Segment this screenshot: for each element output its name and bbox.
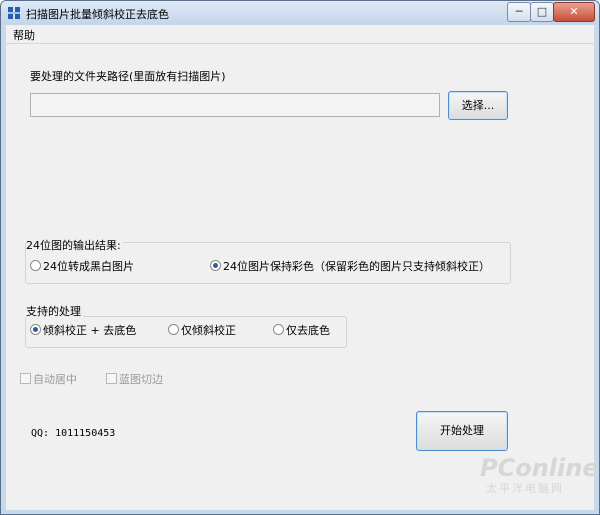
blueprint-trim-label: 蓝图切边: [119, 373, 163, 386]
app-window: 扫描图片批量倾斜校正去底色 ─ □ ✕ 帮助 要处理的文件夹路径(里面放有扫描图…: [0, 0, 600, 515]
select-folder-button[interactable]: 选择...: [448, 91, 508, 120]
window-title: 扫描图片批量倾斜校正去底色: [26, 8, 169, 21]
start-processing-button[interactable]: 开始处理: [416, 411, 508, 451]
radio-skew-only-label: 仅倾斜校正: [181, 324, 236, 337]
processing-legend: 支持的处理: [26, 303, 83, 319]
radio-skew-only[interactable]: [168, 324, 179, 335]
watermark-subtitle: 太平洋电脑网: [486, 482, 564, 495]
output-24bit-legend: 24位图的输出结果:: [26, 237, 123, 253]
radio-skew-and-bg[interactable]: [30, 324, 41, 335]
blueprint-trim-checkbox[interactable]: [106, 373, 117, 384]
radio-24bit-color[interactable]: [210, 260, 221, 271]
radio-bg-only[interactable]: [273, 324, 284, 335]
close-icon[interactable]: ✕: [553, 2, 595, 22]
minimize-icon[interactable]: ─: [507, 2, 531, 22]
app-icon: [8, 7, 20, 19]
auto-center-label: 自动居中: [33, 373, 77, 386]
radio-bg-only-label: 仅去底色: [286, 324, 330, 337]
radio-24bit-bw-label: 24位转成黑白图片: [43, 260, 134, 273]
menu-help[interactable]: 帮助: [13, 27, 35, 43]
client-area: 要处理的文件夹路径(里面放有扫描图片) 选择... 24位图的输出结果: 24位…: [6, 44, 599, 510]
maximize-icon[interactable]: □: [530, 2, 554, 22]
qq-contact: QQ: 1011150453: [31, 428, 116, 439]
radio-24bit-bw[interactable]: [30, 260, 41, 271]
watermark-logo: PConline: [480, 454, 599, 482]
folder-path-label: 要处理的文件夹路径(里面放有扫描图片): [30, 70, 226, 83]
radio-skew-and-bg-label: 倾斜校正 + 去底色: [43, 324, 137, 337]
folder-path-input[interactable]: [30, 93, 440, 117]
auto-center-checkbox[interactable]: [20, 373, 31, 384]
radio-24bit-color-label: 24位图片保持彩色（保留彩色的图片只支持倾斜校正）: [223, 260, 490, 273]
menu-bar: 帮助: [6, 25, 594, 44]
title-bar[interactable]: 扫描图片批量倾斜校正去底色 ─ □ ✕: [1, 1, 599, 25]
